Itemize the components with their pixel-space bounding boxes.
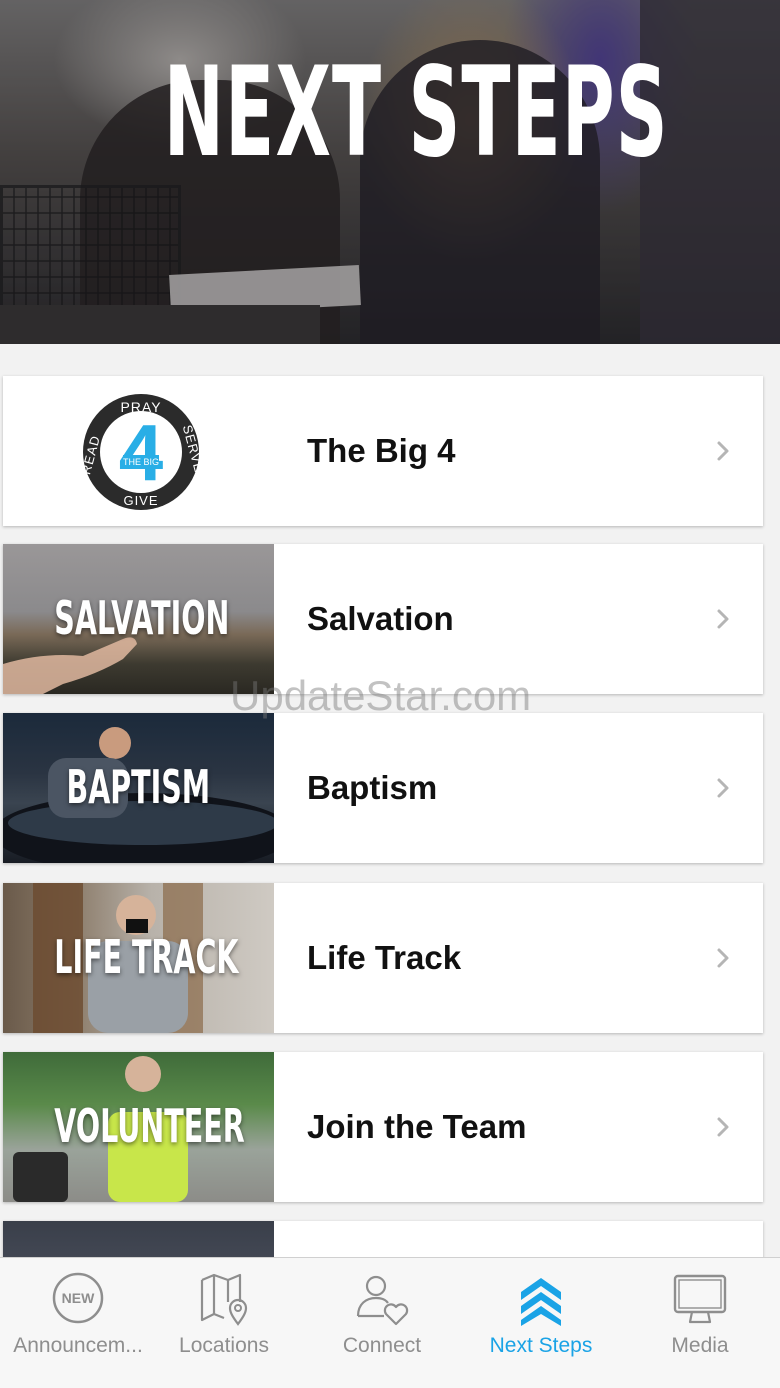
chevron-right-icon [717, 609, 729, 629]
life-track-thumbnail: LIFE TRACK [3, 883, 274, 1033]
monitor-icon [673, 1274, 727, 1324]
tab-media[interactable]: Media [622, 1258, 778, 1388]
tab-label: Media [671, 1334, 729, 1357]
the-big-4-logo: PRAY GIVE READ SERVE 4 THE BIG [81, 394, 201, 510]
list-item-salvation[interactable]: SALVATION Salvation [3, 544, 763, 694]
chevron-right-icon [717, 948, 729, 968]
chevron-right-icon [717, 441, 729, 461]
hero-title: NEXT STEPS [163, 41, 669, 185]
svg-text:THE BIG: THE BIG [123, 457, 159, 467]
svg-text:4: 4 [119, 408, 164, 497]
svg-text:NEW: NEW [62, 1290, 95, 1306]
tab-bar: NEW Announcem... Locations Connect Next … [0, 1257, 780, 1388]
list-item-the-big-4[interactable]: PRAY GIVE READ SERVE 4 THE BIG The Big 4 [3, 376, 763, 526]
baptism-thumbnail: BAPTISM [3, 713, 274, 863]
salvation-thumbnail: SALVATION [3, 544, 274, 694]
list-item-life-track[interactable]: LIFE TRACK Life Track [3, 883, 763, 1033]
chevrons-up-icon [521, 1278, 561, 1326]
tab-connect[interactable]: Connect [304, 1258, 460, 1388]
list-item-label: Life Track [307, 939, 462, 976]
tab-locations[interactable]: Locations [146, 1258, 302, 1388]
chevron-right-icon [717, 1117, 729, 1137]
tab-announcements[interactable]: NEW Announcem... [0, 1258, 156, 1388]
tab-label: Next Steps [489, 1334, 593, 1357]
person-heart-icon [356, 1275, 409, 1326]
volunteer-thumbnail: VOLUNTEER [3, 1052, 274, 1202]
list-item-label: Join the Team [307, 1108, 527, 1145]
hero-banner: NEXT STEPS [0, 0, 780, 344]
tab-label: Connect [342, 1334, 422, 1357]
tab-next-steps[interactable]: Next Steps [463, 1258, 619, 1388]
list-item-join-the-team[interactable]: VOLUNTEER Join the Team [3, 1052, 763, 1202]
map-pin-icon [200, 1273, 248, 1326]
new-badge-icon: NEW [52, 1272, 104, 1324]
list-item-baptism[interactable]: BAPTISM Baptism [3, 713, 763, 863]
list-item-label: Salvation [307, 600, 454, 637]
tab-label: Announcem... [13, 1334, 143, 1357]
list-item-label: The Big 4 [307, 432, 456, 469]
tab-label: Locations [179, 1334, 269, 1357]
list-item-label: Baptism [307, 769, 438, 806]
chevron-right-icon [717, 778, 729, 798]
